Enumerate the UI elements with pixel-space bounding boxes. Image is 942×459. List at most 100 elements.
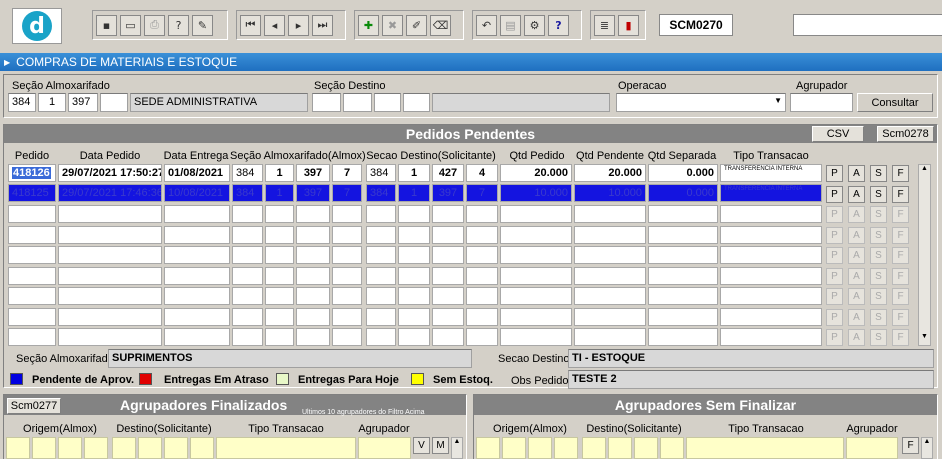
agrupador-cell[interactable] (686, 437, 844, 459)
wand-icon[interactable]: ✎ (192, 14, 213, 36)
empty-cell[interactable] (432, 246, 464, 264)
empty-cell[interactable] (648, 308, 718, 326)
empty-cell[interactable] (366, 328, 396, 346)
help-icon[interactable]: ? (548, 14, 569, 36)
empty-cell[interactable] (398, 205, 430, 223)
empty-cell[interactable] (265, 226, 294, 244)
empty-cell[interactable] (296, 308, 330, 326)
row1-data-entrega[interactable]: 01/08/2021 (164, 164, 230, 182)
secao-destino-field-1[interactable] (312, 93, 341, 112)
empty-cell[interactable] (500, 308, 572, 326)
agrupador-cell[interactable] (554, 437, 578, 459)
delete-icon[interactable]: ✖ (382, 14, 403, 36)
row-a-button[interactable]: A (848, 165, 865, 182)
empty-cell[interactable] (720, 287, 822, 305)
agrupador-cell[interactable] (846, 437, 898, 459)
row2-qtd-pendente[interactable]: 10.000 (574, 184, 646, 202)
sf-f-button[interactable]: F (902, 437, 919, 454)
empty-cell[interactable] (8, 205, 56, 223)
empty-cell[interactable] (58, 308, 162, 326)
empty-cell[interactable] (574, 308, 646, 326)
empty-cell[interactable] (466, 226, 498, 244)
empty-cell[interactable] (466, 328, 498, 346)
row2-almox-3[interactable]: 397 (296, 184, 330, 202)
first-icon[interactable]: ⏮ (240, 14, 261, 36)
empty-cell[interactable] (574, 226, 646, 244)
agrupador-cell[interactable] (582, 437, 606, 459)
empty-cell[interactable] (232, 267, 263, 285)
empty-cell[interactable] (265, 328, 294, 346)
row-s-button[interactable]: S (870, 288, 887, 305)
next-icon[interactable]: ▸ (288, 14, 309, 36)
save-icon[interactable]: ▪ (96, 14, 117, 36)
empty-cell[interactable] (164, 287, 230, 305)
row-a-button[interactable]: A (848, 206, 865, 223)
chevron-down-icon[interactable]: ▼ (774, 96, 782, 105)
row2-destino-3[interactable]: 397 (432, 184, 464, 202)
row1-almox-4[interactable]: 7 (332, 164, 362, 182)
row-f-button[interactable]: F (892, 329, 909, 346)
row1-data-pedido[interactable]: 29/07/2021 17:50:27 (58, 164, 162, 182)
row-f-button[interactable]: F (892, 268, 909, 285)
row-a-button[interactable]: A (848, 329, 865, 346)
row-f-button[interactable]: F (892, 165, 909, 182)
agrupador-cell[interactable] (6, 437, 30, 459)
empty-cell[interactable] (574, 205, 646, 223)
row1-almox-3[interactable]: 397 (296, 164, 330, 182)
row1-destino-2[interactable]: 1 (398, 164, 430, 182)
empty-cell[interactable] (164, 328, 230, 346)
window-icon[interactable]: ▭ (120, 14, 141, 36)
row-a-button[interactable]: A (848, 288, 865, 305)
agrupador-cell[interactable] (634, 437, 658, 459)
empty-cell[interactable] (366, 267, 396, 285)
empty-cell[interactable] (332, 328, 362, 346)
row-f-button[interactable]: F (892, 206, 909, 223)
agrupador-cell[interactable] (476, 437, 500, 459)
empty-cell[interactable] (398, 328, 430, 346)
row-f-button[interactable]: F (892, 186, 909, 203)
top-search-input[interactable] (793, 14, 942, 36)
row1-almox-2[interactable]: 1 (265, 164, 294, 182)
row1-tipo-transacao[interactable]: TRANSFERENCIA INTERNA (720, 164, 822, 182)
row-p-button[interactable]: P (826, 165, 843, 182)
empty-cell[interactable] (296, 246, 330, 264)
empty-cell[interactable] (332, 246, 362, 264)
empty-cell[interactable] (432, 287, 464, 305)
empty-cell[interactable] (265, 267, 294, 285)
empty-cell[interactable] (574, 246, 646, 264)
empty-cell[interactable] (398, 287, 430, 305)
print-icon[interactable]: ⎙ (144, 14, 165, 36)
row-p-button[interactable]: P (826, 247, 843, 264)
empty-cell[interactable] (574, 328, 646, 346)
row2-destino-4[interactable]: 7 (466, 184, 498, 202)
empty-cell[interactable] (58, 205, 162, 223)
empty-cell[interactable] (296, 226, 330, 244)
row1-destino-3[interactable]: 427 (432, 164, 464, 182)
empty-cell[interactable] (500, 267, 572, 285)
empty-cell[interactable] (720, 226, 822, 244)
row-s-button[interactable]: S (870, 227, 887, 244)
empty-cell[interactable] (366, 308, 396, 326)
empty-cell[interactable] (164, 246, 230, 264)
last-icon[interactable]: ⏭ (312, 14, 333, 36)
row2-almox-1[interactable]: 384 (232, 184, 263, 202)
empty-cell[interactable] (164, 205, 230, 223)
empty-cell[interactable] (332, 287, 362, 305)
query-icon[interactable]: ? (168, 14, 189, 36)
empty-cell[interactable] (332, 267, 362, 285)
empty-cell[interactable] (332, 226, 362, 244)
clipboard-icon[interactable]: ▤ (500, 14, 521, 36)
row1-destino-1[interactable]: 384 (366, 164, 396, 182)
empty-cell[interactable] (265, 205, 294, 223)
row2-almox-4[interactable]: 7 (332, 184, 362, 202)
row-s-button[interactable]: S (870, 309, 887, 326)
empty-cell[interactable] (58, 287, 162, 305)
agrupador-cell[interactable] (84, 437, 108, 459)
empty-cell[interactable] (232, 246, 263, 264)
empty-cell[interactable] (398, 246, 430, 264)
agrupador-cell[interactable] (502, 437, 526, 459)
row-a-button[interactable]: A (848, 247, 865, 264)
empty-cell[interactable] (500, 287, 572, 305)
secao-almox-field-1[interactable]: 384 (8, 93, 36, 112)
agrupador-cell[interactable] (112, 437, 136, 459)
